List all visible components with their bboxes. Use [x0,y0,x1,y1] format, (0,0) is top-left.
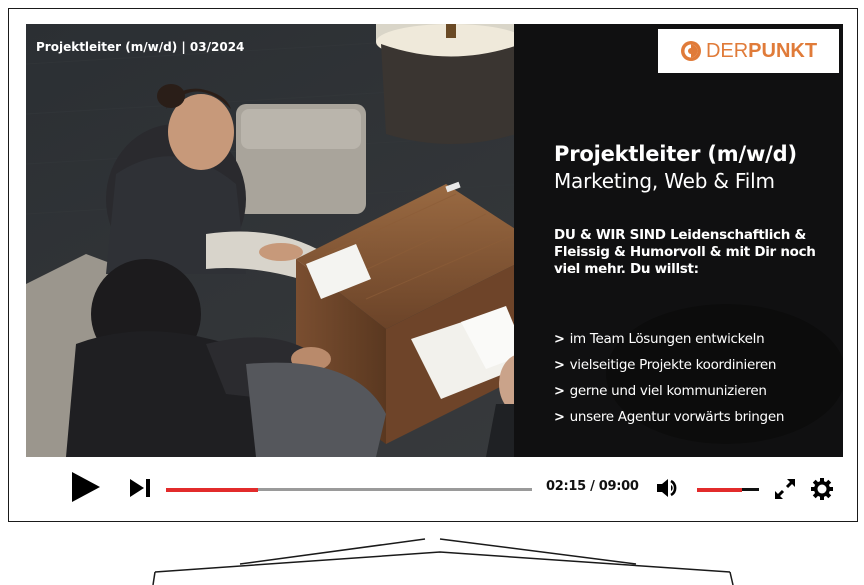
video-caption: Projektleiter (m/w/d) | 03/2024 [36,40,245,54]
progress-bar[interactable] [166,487,532,492]
bullet-text: im Team Lösungen entwickeln [569,331,765,347]
bullet-item: > im Team Lösungen entwickeln [554,326,784,352]
video-screen[interactable]: Projektleiter (m/w/d) | 03/2024 DER PUNKT… [26,24,843,457]
headline-subtitle: Marketing, Web & Film [554,169,775,193]
fullscreen-icon[interactable] [774,478,796,500]
bullet-item: > vielseitige Projekte koordinieren [554,352,784,378]
bullet-item: > unsere Agentur vorwärts bringen [554,404,784,430]
skip-next-icon[interactable] [130,479,152,497]
monitor-frame: Projektleiter (m/w/d) | 03/2024 DER PUNKT… [8,8,858,522]
claim-text: DU & WIR SIND Leidenschaftlich & Fleissi… [554,227,816,277]
headline-title: Projektleiter (m/w/d) [554,142,797,166]
volume-fill [697,487,742,492]
volume-slider[interactable] [697,487,759,492]
volume-icon[interactable] [657,479,681,497]
derpunkt-logo: DER PUNKT [658,29,839,73]
chevron-right-icon: > [554,357,565,373]
chevron-right-icon: > [554,331,565,347]
time-display: 02:15 / 09:00 [546,479,639,494]
logo-target-icon [680,41,701,61]
logo-text-punkt: PUNKT [748,39,818,62]
progress-fill [166,487,258,492]
play-icon[interactable] [70,472,100,502]
bullet-text: unsere Agentur vorwärts bringen [569,409,785,425]
chevron-right-icon: > [554,409,565,425]
monitor-stand [152,538,734,585]
chevron-right-icon: > [554,383,565,399]
bullet-text: gerne und viel kommunizieren [569,383,767,399]
gear-icon[interactable] [811,478,833,500]
headline: Projektleiter (m/w/d) Marketing, Web & F… [554,142,797,193]
bullet-item: > gerne und viel kommunizieren [554,378,784,404]
player-controls: 02:15 / 09:00 [26,457,843,513]
bullet-text: vielseitige Projekte koordinieren [569,357,777,373]
logo-text-der: DER [705,39,749,62]
bullet-list: > im Team Lösungen entwickeln > vielseitig… [554,326,784,430]
